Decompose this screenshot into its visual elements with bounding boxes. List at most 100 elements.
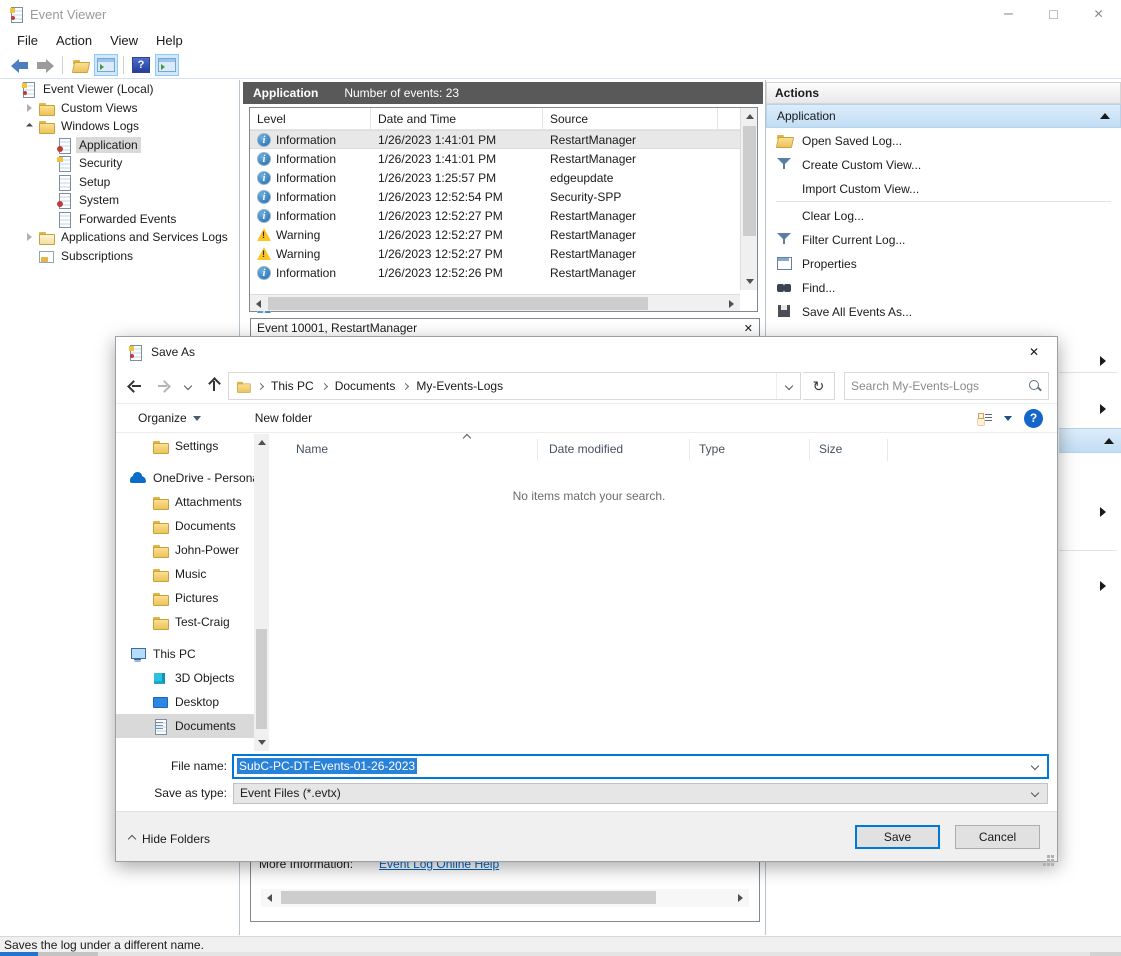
file-column-type[interactable]: Type	[699, 442, 725, 456]
tree-item-application[interactable]: Application	[0, 136, 239, 155]
breadcrumb-segment[interactable]: Documents	[329, 379, 402, 393]
column-header-source[interactable]: Source	[543, 108, 718, 129]
hide-folders-button[interactable]: Hide Folders	[129, 832, 210, 846]
open-saved-log-icon[interactable]	[68, 54, 92, 76]
column-header-date-and-time[interactable]: Date and Time	[371, 108, 543, 129]
dialog-close-icon[interactable]	[1025, 345, 1043, 361]
menu-help[interactable]: Help	[147, 30, 192, 51]
horizontal-scrollbar[interactable]	[250, 294, 740, 311]
menu-bar: FileActionViewHelp	[0, 28, 1121, 52]
sidebar-item-pictures[interactable]: Pictures	[116, 586, 254, 610]
tree-item-forwarded-events[interactable]: Forwarded Events	[0, 210, 239, 229]
sidebar-item-3d-objects[interactable]: 3D Objects	[116, 666, 254, 690]
event-row[interactable]: Warning1/26/2023 12:52:27 PMRestartManag…	[250, 244, 741, 263]
search-box[interactable]	[844, 372, 1049, 400]
save-button[interactable]: Save	[855, 825, 940, 849]
file-column-size[interactable]: Size	[819, 442, 842, 456]
sidebar-item-onedrive-personal[interactable]: OneDrive - Personal	[116, 466, 254, 490]
help-icon[interactable]	[129, 54, 153, 76]
close-icon[interactable]	[744, 321, 753, 335]
maximize-button[interactable]	[1031, 0, 1076, 28]
chevron-collapsed-icon[interactable]	[24, 233, 34, 241]
nav-up-icon[interactable]	[202, 374, 226, 398]
action-import-custom-view[interactable]: Import Custom View...	[766, 176, 1121, 200]
view-options-chevron-icon[interactable]	[1004, 416, 1012, 421]
event-row[interactable]: Information1/26/2023 12:52:27 PMRestartM…	[250, 206, 741, 225]
sidebar-item-documents[interactable]: Documents	[116, 514, 254, 538]
action-create-custom-view[interactable]: Create Custom View...	[766, 152, 1121, 176]
save-as-type-select[interactable]: Event Files (*.evtx)	[233, 783, 1048, 804]
menu-file[interactable]: File	[8, 30, 47, 51]
action-save-all-events-as[interactable]: Save All Events As...	[766, 299, 1121, 323]
action-open-saved-log[interactable]: Open Saved Log...	[766, 128, 1121, 152]
back-icon[interactable]	[7, 54, 31, 76]
preview-horizontal-scrollbar[interactable]	[261, 889, 749, 907]
column-header-level[interactable]: Level	[250, 108, 371, 129]
file-column-date-modified[interactable]: Date modified	[549, 442, 623, 456]
sidebar-item-settings[interactable]: Settings	[116, 434, 254, 458]
sidebar-item-desktop[interactable]: Desktop	[116, 690, 254, 714]
nav-forward-icon[interactable]	[150, 374, 174, 398]
sidebar-item-attachments[interactable]: Attachments	[116, 490, 254, 514]
log-security-icon	[56, 155, 72, 171]
status-bar: Saves the log under a different name.	[0, 936, 1121, 952]
sidebar-scrollbar[interactable]	[254, 434, 269, 751]
sidebar-item-john-power[interactable]: John-Power	[116, 538, 254, 562]
file-name-dropdown-icon[interactable]	[1023, 763, 1047, 769]
vertical-scrollbar[interactable]	[740, 108, 757, 290]
action-clear-log[interactable]: Clear Log...	[766, 203, 1121, 227]
console-tree-icon[interactable]	[94, 54, 118, 76]
tree-item-windows-logs[interactable]: Windows Logs	[0, 117, 239, 136]
chevron-expanded-icon[interactable]	[24, 124, 34, 129]
tree-item-subscriptions[interactable]: Subscriptions	[0, 247, 239, 266]
view-options-icon[interactable]	[978, 412, 992, 425]
sidebar-item-documents[interactable]: Documents	[116, 714, 254, 738]
tree-item-setup[interactable]: Setup	[0, 173, 239, 192]
tree-item-event-viewer-local-[interactable]: Event Viewer (Local)	[0, 80, 239, 99]
sidebar-item-this-pc[interactable]: This PC	[116, 642, 254, 666]
menu-action[interactable]: Action	[47, 30, 101, 51]
event-row[interactable]: Warning1/26/2023 12:52:27 PMRestartManag…	[250, 225, 741, 244]
help-icon[interactable]	[1024, 409, 1043, 428]
new-folder-button[interactable]: New folder	[247, 407, 320, 429]
actions-divider	[776, 201, 1111, 202]
cancel-button[interactable]: Cancel	[955, 825, 1040, 849]
search-input[interactable]	[851, 379, 1028, 393]
tree-item-system[interactable]: System	[0, 191, 239, 210]
file-name-input[interactable]: SubC-PC-DT-Events-01-26-2023	[233, 755, 1048, 778]
tree-item-applications-and-services-logs[interactable]: Applications and Services Logs	[0, 228, 239, 247]
sidebar-item-test-craig[interactable]: Test-Craig	[116, 610, 254, 634]
event-row[interactable]: Information1/26/2023 1:41:01 PMRestartMa…	[250, 130, 741, 149]
event-row[interactable]: Information1/26/2023 12:52:54 PMSecurity…	[250, 187, 741, 206]
forward-icon[interactable]	[33, 54, 57, 76]
menu-view[interactable]: View	[101, 30, 147, 51]
event-row[interactable]: Information1/26/2023 1:41:01 PMRestartMa…	[250, 149, 741, 168]
file-column-name[interactable]: Name	[296, 442, 328, 456]
search-icon	[1028, 379, 1042, 393]
address-bar[interactable]: This PC Documents My-Events-Logs	[228, 372, 801, 400]
actions-section-application[interactable]: Application	[766, 104, 1121, 128]
address-dropdown-icon[interactable]	[776, 373, 800, 399]
tree-item-custom-views[interactable]: Custom Views	[0, 99, 239, 118]
event-row[interactable]: Information1/26/2023 12:52:26 PMRestartM…	[250, 263, 741, 282]
organize-button[interactable]: Organize	[130, 407, 209, 429]
sidebar-item-music[interactable]: Music	[116, 562, 254, 586]
minimize-button[interactable]	[986, 0, 1031, 28]
sidebar-item-label: OneDrive - Personal	[153, 471, 254, 485]
close-button[interactable]	[1076, 0, 1121, 28]
resize-grip[interactable]	[1051, 855, 1054, 858]
tree-item-security[interactable]: Security	[0, 154, 239, 173]
save-as-type-dropdown-icon[interactable]	[1023, 790, 1047, 796]
breadcrumb-segment[interactable]: My-Events-Logs	[410, 379, 509, 393]
nav-back-icon[interactable]	[124, 374, 148, 398]
collapse-icon[interactable]	[1100, 113, 1110, 119]
nav-recent-chevron-icon[interactable]	[176, 374, 200, 398]
action-pane-icon[interactable]	[155, 54, 179, 76]
action-find[interactable]: Find...	[766, 275, 1121, 299]
breadcrumb-segment[interactable]: This PC	[265, 379, 320, 393]
action-filter-current-log[interactable]: Filter Current Log...	[766, 227, 1121, 251]
chevron-collapsed-icon[interactable]	[24, 104, 34, 112]
event-row[interactable]: Information1/26/2023 1:25:57 PMedgeupdat…	[250, 168, 741, 187]
action-properties[interactable]: Properties	[766, 251, 1121, 275]
refresh-icon[interactable]	[803, 372, 835, 400]
